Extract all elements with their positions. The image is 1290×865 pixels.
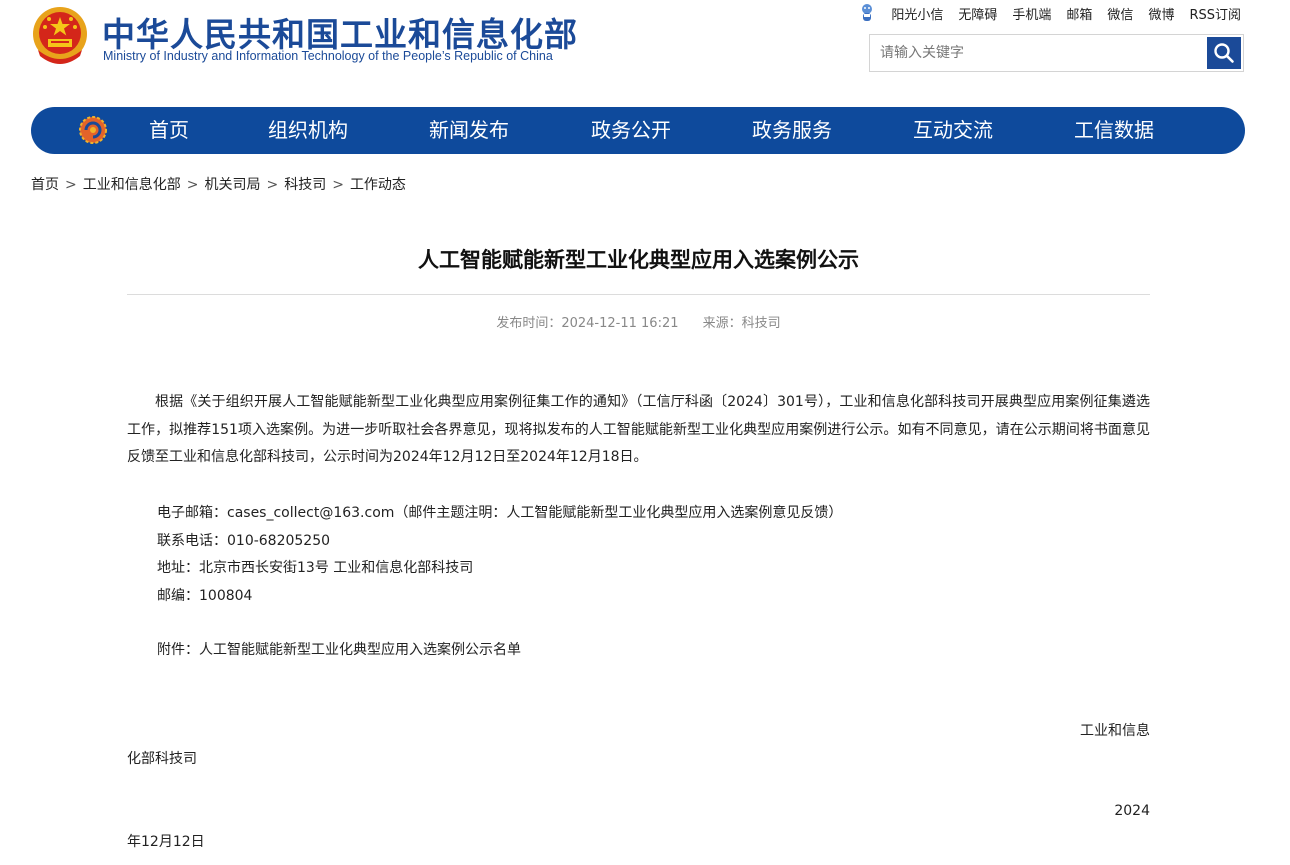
- breadcrumb-separator: >: [266, 177, 279, 193]
- signature-part-2: 化部科技司: [127, 751, 197, 767]
- contact-postcode: 邮编：100804: [157, 588, 253, 604]
- article-body-paragraph: 根据《关于组织开展人工智能赋能新型工业化典型应用案例征集工作的通知》（工信厅科函…: [127, 394, 1150, 465]
- top-link-rss[interactable]: RSS订阅: [1189, 4, 1241, 23]
- search-icon: [1214, 43, 1234, 63]
- top-link-weibo[interactable]: 微博: [1148, 4, 1174, 23]
- article-source: 来源：科技司: [702, 316, 781, 331]
- attachment-link[interactable]: 附件：人工智能赋能新型工业化典型应用入选案例公示名单: [157, 639, 521, 659]
- publish-time: 发布时间：2024-12-11 16:21: [496, 316, 679, 331]
- top-link-accessibility[interactable]: 无障碍: [958, 4, 997, 23]
- article-meta: 发布时间：2024-12-11 16:21 来源：科技司: [127, 312, 1150, 331]
- contact-email: 电子邮箱：cases_collect@163.com（邮件主题注明：人工智能赋能…: [157, 505, 843, 521]
- top-link-wechat[interactable]: 微信: [1107, 4, 1133, 23]
- title-divider: [127, 294, 1150, 295]
- top-link-mobile[interactable]: 手机端: [1012, 4, 1051, 23]
- breadcrumb-home[interactable]: 首页: [31, 177, 59, 193]
- nav-government-services[interactable]: 政务服务: [752, 107, 832, 154]
- nav-data[interactable]: 工信数据: [1074, 107, 1154, 154]
- nav-home[interactable]: 首页: [149, 107, 189, 154]
- ministry-logo-icon: [79, 116, 107, 144]
- contact-phone: 联系电话：010-68205250: [157, 533, 331, 549]
- nav-interaction[interactable]: 互动交流: [913, 107, 993, 154]
- date-part-1: 2024: [1114, 803, 1150, 819]
- breadcrumb-separator: >: [65, 177, 77, 193]
- mascot-icon: [862, 4, 873, 21]
- nav-government-affairs[interactable]: 政务公开: [591, 107, 671, 154]
- top-links: 阳光小信 无障碍 手机端 邮箱 微信 微博 RSS订阅: [858, 3, 1241, 23]
- main-nav: 首页 组织机构 新闻发布 政务公开 政务服务 互动交流 工信数据: [31, 107, 1245, 154]
- site-header: 中华人民共和国工业和信息化部 Ministry of Industry and …: [0, 0, 1290, 100]
- search-button[interactable]: [1207, 37, 1241, 69]
- article-title: 人工智能赋能新型工业化典型应用入选案例公示: [418, 248, 859, 272]
- breadcrumb-work-news[interactable]: 工作动态: [350, 177, 406, 193]
- signature-part-1: 工业和信息: [1080, 723, 1150, 739]
- breadcrumb-departments[interactable]: 机关司局: [204, 177, 260, 193]
- contact-address: 地址：北京市西长安街13号 工业和信息化部科技司: [157, 560, 474, 576]
- breadcrumb-separator: >: [332, 177, 344, 193]
- site-title-english[interactable]: Ministry of Industry and Information Tec…: [103, 49, 553, 63]
- breadcrumb-ministry[interactable]: 工业和信息化部: [83, 177, 181, 193]
- date-part-2: 年12月12日: [127, 834, 205, 850]
- search-input[interactable]: [870, 35, 1206, 71]
- breadcrumb-separator: >: [186, 177, 199, 193]
- breadcrumb-tech-dept[interactable]: 科技司: [284, 177, 326, 193]
- national-emblem-icon[interactable]: [32, 6, 88, 66]
- top-link-sunshine[interactable]: 阳光小信: [891, 4, 943, 23]
- breadcrumb: 首页 > 工业和信息化部 > 机关司局 > 科技司 > 工作动态: [31, 174, 406, 194]
- search-box: [869, 34, 1244, 72]
- nav-news[interactable]: 新闻发布: [429, 107, 509, 154]
- top-link-mail[interactable]: 邮箱: [1066, 4, 1092, 23]
- nav-organization[interactable]: 组织机构: [268, 107, 348, 154]
